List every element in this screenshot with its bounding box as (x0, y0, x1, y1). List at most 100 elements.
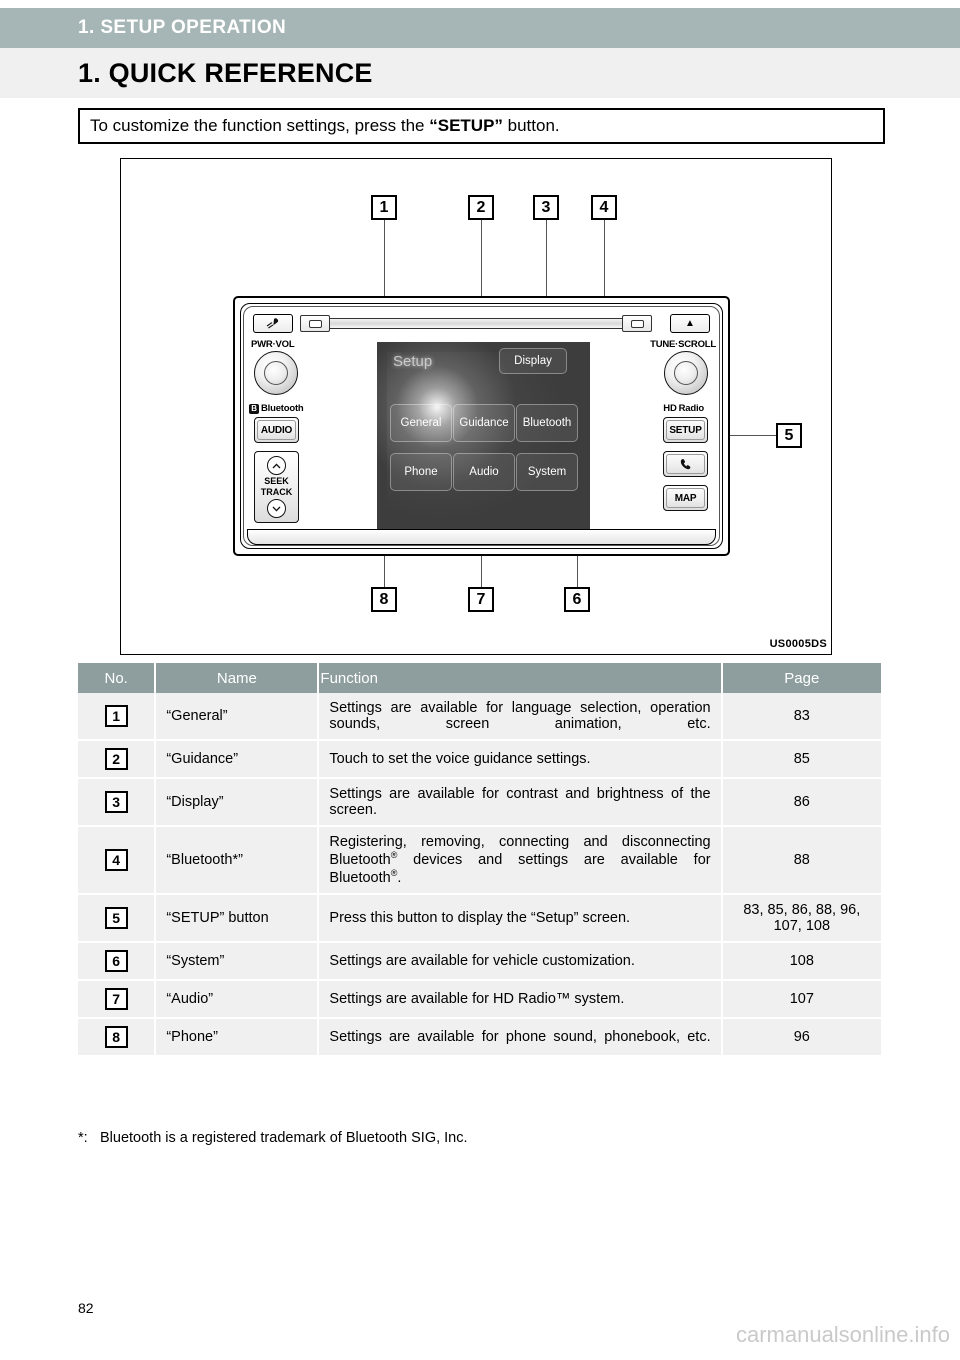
tune-scroll-knob[interactable] (664, 351, 708, 395)
row-function-cell: Settings are available for contrast and … (318, 778, 723, 827)
row-number-badge: 4 (104, 848, 128, 871)
seek-track-pad[interactable]: SEEK TRACK (254, 451, 299, 523)
row-name-cell: “Phone” (155, 1017, 320, 1057)
row-page-cell: 107 (721, 979, 881, 1019)
bluetooth-mark: B Bluetooth (249, 403, 304, 414)
hd-radio-icon: HD (663, 403, 677, 414)
row-number-badge: 1 (104, 705, 128, 727)
chapter-title: 1. SETUP OPERATION (78, 17, 287, 38)
row-number-cell: 3 (78, 778, 157, 827)
intro-text-emphasis: “SETUP” (429, 116, 503, 135)
microphone-icon (266, 318, 278, 329)
column-header-page: Page (721, 663, 881, 693)
screen-title: Setup (393, 353, 433, 370)
screen-button-system[interactable]: System (516, 453, 578, 491)
row-name-cell: “System” (155, 941, 320, 981)
audio-button[interactable]: AUDIO (254, 417, 299, 443)
screen-button-general[interactable]: General (390, 404, 452, 442)
site-watermark: carmanualsonline.info (735, 1322, 950, 1347)
tune-scroll-label: TUNE·SCROLL (650, 339, 716, 350)
row-page-cell: 108 (721, 941, 881, 981)
eject-icon: ▲ (685, 317, 695, 329)
column-header-function: Function (318, 663, 723, 693)
row-name-cell: “Audio” (155, 979, 320, 1019)
table-row: 4 “Bluetooth*” Registering, removing, co… (78, 826, 881, 895)
row-number-cell: 2 (78, 740, 157, 779)
footnote-marker: *: (78, 1130, 88, 1146)
cd-slot-clip-left (300, 315, 330, 332)
footnote-text: Bluetooth is a registered trademark of B… (100, 1130, 468, 1146)
row-number-cell: 7 (78, 979, 157, 1019)
map-button[interactable]: MAP (663, 485, 708, 511)
row-function-cell: Settings are available for HD Radio™ sys… (318, 979, 723, 1019)
map-button-ring (666, 488, 705, 508)
row-function-cell: Registering, removing, connecting and di… (318, 826, 723, 895)
table-row: 1 “General” Settings are available for l… (78, 693, 881, 741)
row-name-cell: “Guidance” (155, 740, 320, 779)
table-row: 8 “Phone” Settings are available for pho… (78, 1017, 881, 1057)
row-function-cell: Settings are available for vehicle custo… (318, 941, 723, 981)
row-number-cell: 1 (78, 693, 157, 741)
screen-button-display[interactable]: Display (499, 348, 567, 374)
table-row: 2 “Guidance” Touch to set the voice guid… (78, 740, 881, 779)
row-name-cell: “General” (155, 693, 320, 741)
screen-button-phone[interactable]: Phone (390, 453, 452, 491)
figure-code: US0005DS (769, 638, 827, 650)
reference-table: No. Name Function Page 1 “General” Setti… (78, 663, 881, 1057)
row-page-cell: 86 (721, 778, 881, 827)
pwr-vol-label: PWR·VOL (251, 339, 295, 350)
phone-button[interactable] (663, 451, 708, 477)
row-number-badge: 6 (104, 949, 128, 972)
section-header-bar: 1. QUICK REFERENCE (0, 48, 960, 98)
head-unit-figure: 1 2 3 4 5 8 7 6 ▲ PWR·VOL B Bluetooth AU… (120, 158, 832, 655)
bluetooth-icon: B (249, 403, 259, 414)
row-name-cell: “Display” (155, 778, 320, 827)
cd-slot (300, 315, 652, 332)
screen-button-audio[interactable]: Audio (453, 453, 515, 491)
callout-8: 8 (371, 587, 397, 612)
power-volume-knob[interactable] (254, 351, 298, 395)
touchscreen-display[interactable]: Setup Display General Guidance Bluetooth… (377, 342, 590, 534)
head-unit-body: ▲ PWR·VOL B Bluetooth AUDIO SEEK TRACK T… (233, 296, 730, 556)
callout-6: 6 (564, 587, 590, 612)
intro-text: To customize the function settings, pres… (90, 116, 560, 136)
footnote: *: Bluetooth is a registered trademark of… (78, 1130, 468, 1146)
row-name-cell: “Bluetooth*” (155, 826, 320, 895)
table-row: 3 “Display” Settings are available for c… (78, 778, 881, 827)
bluetooth-label: Bluetooth (261, 403, 304, 414)
row-page-cell: 88 (721, 826, 881, 895)
screen-button-guidance[interactable]: Guidance (453, 404, 515, 442)
head-unit-bottom-lip (247, 529, 716, 545)
row-function-cell: Settings are available for phone sound, … (318, 1017, 723, 1057)
intro-text-after: button. (502, 116, 560, 135)
microphone-button[interactable] (253, 314, 293, 333)
row-page-cell: 83, 85, 86, 88, 96, 107, 108 (721, 893, 881, 943)
row-number-cell: 6 (78, 941, 157, 981)
column-header-no: No. (78, 663, 157, 693)
row-function-cell: Press this button to display the “Setup”… (318, 893, 723, 943)
callout-5: 5 (776, 423, 802, 448)
screen-button-bluetooth[interactable]: Bluetooth (516, 404, 578, 442)
track-label: TRACK (260, 487, 293, 497)
row-number-badge: 3 (104, 791, 128, 813)
page-title: 1. QUICK REFERENCE (78, 57, 373, 88)
cd-slot-bar (300, 318, 652, 329)
setup-button[interactable]: SETUP (663, 417, 708, 443)
row-number-badge: 8 (104, 1025, 128, 1048)
row-number-cell: 4 (78, 826, 157, 895)
eject-button[interactable]: ▲ (670, 314, 710, 333)
callout-2: 2 (468, 195, 494, 220)
chevron-up-icon[interactable] (267, 456, 286, 475)
intro-text-before: To customize the function settings, pres… (90, 116, 430, 135)
row-number-badge: 2 (104, 748, 128, 770)
cd-slot-clip-right (622, 315, 652, 332)
row-page-cell: 85 (721, 740, 881, 779)
table-row: 5 “SETUP” button Press this button to di… (78, 893, 881, 943)
registered-mark: ® (390, 867, 398, 878)
row-page-cell: 83 (721, 693, 881, 741)
row-number-badge: 7 (104, 987, 128, 1010)
row-number-cell: 8 (78, 1017, 157, 1057)
chevron-down-icon[interactable] (267, 499, 286, 518)
callout-3: 3 (533, 195, 559, 220)
row-number-badge: 5 (104, 906, 128, 929)
